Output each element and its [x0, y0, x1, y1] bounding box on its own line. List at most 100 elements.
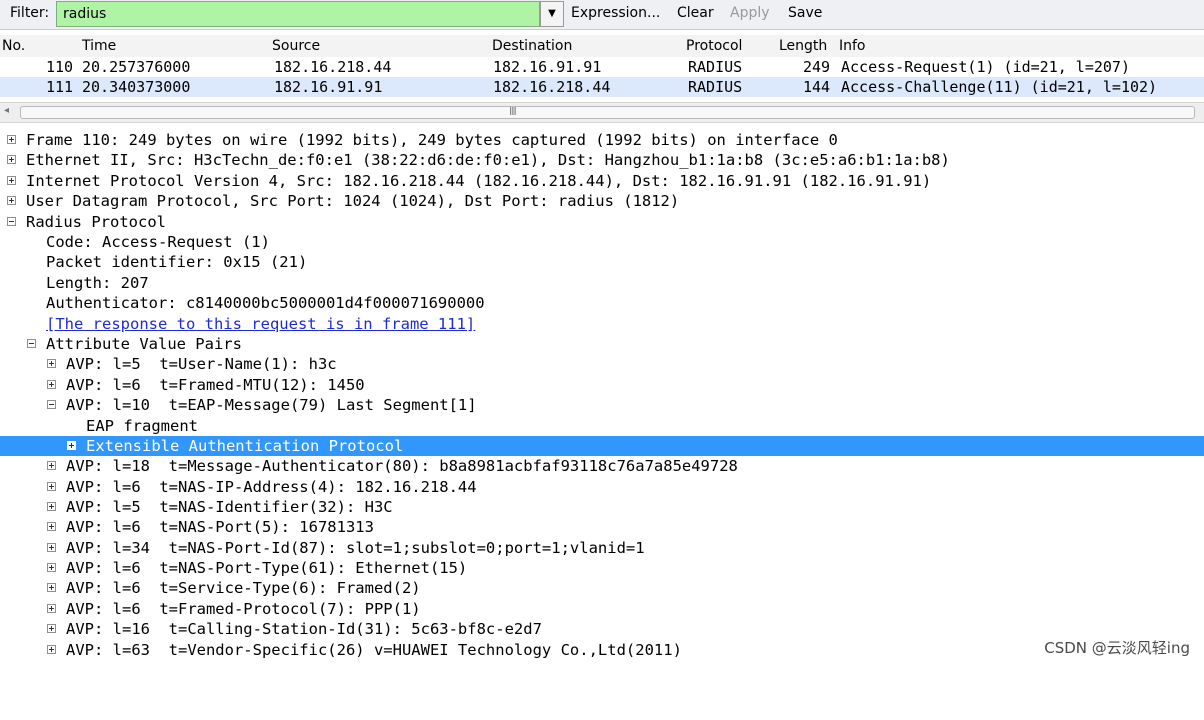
tree-row-label: EAP fragment	[86, 417, 198, 435]
scrollbar-grip: III	[509, 105, 517, 118]
expand-icon[interactable]	[47, 583, 56, 592]
tree-row-avp-header[interactable]: Attribute Value Pairs	[0, 334, 1204, 354]
tree-row-label: User Datagram Protocol, Src Port: 1024 (…	[26, 192, 680, 210]
expand-icon[interactable]	[67, 441, 76, 450]
tree-row-udp[interactable]: User Datagram Protocol, Src Port: 1024 (…	[0, 191, 1204, 211]
tree-row-label: AVP: l=63 t=Vendor-Specific(26) v=HUAWEI…	[66, 641, 682, 659]
column-header-info[interactable]: Info	[839, 38, 866, 54]
packet-length: 144	[803, 78, 831, 96]
expand-icon[interactable]	[47, 502, 56, 511]
tree-row-frame[interactable]: Frame 110: 249 bytes on wire (1992 bits)…	[0, 130, 1204, 150]
packet-row[interactable]: 110 20.257376000 182.16.218.44 182.16.91…	[0, 57, 1204, 77]
clear-button[interactable]: Clear	[677, 5, 714, 21]
csdn-watermark: CSDN @云淡风轻ing	[1044, 639, 1190, 657]
horizontal-scrollbar[interactable]: ◂ III	[0, 102, 1204, 123]
expand-icon[interactable]	[47, 543, 56, 552]
tree-row-avp-nas-identifier[interactable]: AVP: l=5 t=NAS-Identifier(32): H3C	[0, 497, 1204, 517]
collapse-icon[interactable]	[7, 217, 16, 226]
expand-icon[interactable]	[7, 155, 16, 164]
apply-button[interactable]: Apply	[730, 5, 770, 21]
tree-row-label: Internet Protocol Version 4, Src: 182.16…	[26, 172, 932, 190]
expand-icon[interactable]	[47, 645, 56, 654]
packet-protocol: RADIUS	[688, 58, 743, 76]
packet-source: 182.16.218.44	[274, 58, 392, 76]
tree-row-avp-nas-ip[interactable]: AVP: l=6 t=NAS-IP-Address(4): 182.16.218…	[0, 477, 1204, 497]
packet-list: No. Time Source Destination Protocol Len…	[0, 35, 1204, 99]
filter-dropdown-button[interactable]: ▼	[540, 1, 564, 27]
tree-row-avp-calling-station[interactable]: AVP: l=16 t=Calling-Station-Id(31): 5c63…	[0, 619, 1204, 639]
packet-protocol: RADIUS	[688, 78, 743, 96]
filter-toolbar: Filter: ▼ Expression... Clear Apply Save	[0, 0, 1204, 30]
tree-row-avp-service-type[interactable]: AVP: l=6 t=Service-Type(6): Framed(2)	[0, 578, 1204, 598]
scrollbar-thumb[interactable]: III	[20, 105, 1195, 119]
tree-row-radius[interactable]: Radius Protocol	[0, 212, 1204, 232]
tree-row-ethernet[interactable]: Ethernet II, Src: H3cTechn_de:f0:e1 (38:…	[0, 150, 1204, 170]
tree-row-response-link[interactable]: [The response to this request is in fram…	[0, 314, 1204, 334]
filter-input[interactable]	[56, 1, 540, 27]
tree-row-label: AVP: l=6 t=Framed-MTU(12): 1450	[66, 376, 365, 394]
tree-row-label: Length: 207	[46, 274, 149, 292]
collapse-icon[interactable]	[47, 400, 56, 409]
tree-row-ip[interactable]: Internet Protocol Version 4, Src: 182.16…	[0, 171, 1204, 191]
packet-info: Access-Request(1) (id=21, l=207)	[841, 58, 1130, 76]
tree-row-label: Packet identifier: 0x15 (21)	[46, 253, 308, 271]
expand-icon[interactable]	[47, 461, 56, 470]
tree-row-avp-message-authenticator[interactable]: AVP: l=18 t=Message-Authenticator(80): b…	[0, 456, 1204, 476]
expand-icon[interactable]	[47, 563, 56, 572]
tree-row-label: Ethernet II, Src: H3cTechn_de:f0:e1 (38:…	[26, 151, 950, 169]
column-header-no[interactable]: No.	[2, 38, 25, 54]
tree-row-label: Frame 110: 249 bytes on wire (1992 bits)…	[26, 131, 838, 149]
tree-row-length[interactable]: Length: 207	[0, 273, 1204, 293]
tree-row-label: Code: Access-Request (1)	[46, 233, 270, 251]
tree-row-label: AVP: l=6 t=NAS-Port(5): 16781313	[66, 518, 374, 536]
expand-icon[interactable]	[47, 604, 56, 613]
tree-row-authenticator[interactable]: Authenticator: c8140000bc5000001d4f00007…	[0, 293, 1204, 313]
tree-row-label: Attribute Value Pairs	[46, 335, 242, 353]
tree-row-label: AVP: l=18 t=Message-Authenticator(80): b…	[66, 457, 738, 475]
packet-no: 110	[46, 58, 74, 76]
tree-row-avp-nas-port-type[interactable]: AVP: l=6 t=NAS-Port-Type(61): Ethernet(1…	[0, 558, 1204, 578]
tree-row-avp-framed-protocol[interactable]: AVP: l=6 t=Framed-Protocol(7): PPP(1)	[0, 599, 1204, 619]
tree-row-code[interactable]: Code: Access-Request (1)	[0, 232, 1204, 252]
expand-icon[interactable]	[7, 196, 16, 205]
tree-row-avp-vendor-specific[interactable]: AVP: l=63 t=Vendor-Specific(26) v=HUAWEI…	[0, 640, 1204, 660]
expand-icon[interactable]	[7, 135, 16, 144]
column-header-protocol[interactable]: Protocol	[686, 38, 742, 54]
tree-row-label: AVP: l=5 t=User-Name(1): h3c	[66, 355, 337, 373]
packet-details-tree: Frame 110: 249 bytes on wire (1992 bits)…	[0, 130, 1204, 668]
tree-row-avp-user-name[interactable]: AVP: l=5 t=User-Name(1): h3c	[0, 354, 1204, 374]
tree-row-avp-eap-message[interactable]: AVP: l=10 t=EAP-Message(79) Last Segment…	[0, 395, 1204, 415]
tree-row-eap-fragment[interactable]: EAP fragment	[0, 416, 1204, 436]
expand-icon[interactable]	[47, 359, 56, 368]
packet-row[interactable]: 111 20.340373000 182.16.91.91 182.16.218…	[0, 77, 1204, 97]
tree-row-label: AVP: l=6 t=NAS-Port-Type(61): Ethernet(1…	[66, 559, 468, 577]
tree-row-label: Extensible Authentication Protocol	[86, 437, 404, 455]
expand-icon[interactable]	[47, 624, 56, 633]
tree-row-avp-framed-mtu[interactable]: AVP: l=6 t=Framed-MTU(12): 1450	[0, 375, 1204, 395]
save-button[interactable]: Save	[788, 5, 822, 21]
column-header-destination[interactable]: Destination	[492, 38, 572, 54]
packet-time: 20.340373000	[82, 78, 191, 96]
packet-destination: 182.16.218.44	[493, 78, 611, 96]
tree-row-label: AVP: l=6 t=Framed-Protocol(7): PPP(1)	[66, 600, 421, 618]
column-header-length[interactable]: Length	[779, 38, 827, 54]
tree-row-eap-protocol-selected[interactable]: Extensible Authentication Protocol	[0, 436, 1204, 456]
tree-row-label: AVP: l=5 t=NAS-Identifier(32): H3C	[66, 498, 393, 516]
chevron-down-icon: ▼	[548, 8, 556, 19]
column-header-source[interactable]: Source	[272, 38, 320, 54]
tree-row-avp-nas-port-id[interactable]: AVP: l=34 t=NAS-Port-Id(87): slot=1;subs…	[0, 538, 1204, 558]
tree-row-packet-id[interactable]: Packet identifier: 0x15 (21)	[0, 252, 1204, 272]
tree-row-avp-nas-port[interactable]: AVP: l=6 t=NAS-Port(5): 16781313	[0, 517, 1204, 537]
expand-icon[interactable]	[7, 176, 16, 185]
expand-icon[interactable]	[47, 380, 56, 389]
tree-row-label: AVP: l=16 t=Calling-Station-Id(31): 5c63…	[66, 620, 542, 638]
packet-list-header: No. Time Source Destination Protocol Len…	[0, 35, 1204, 58]
expression-button[interactable]: Expression...	[571, 5, 660, 21]
response-frame-link[interactable]: [The response to this request is in fram…	[46, 314, 475, 334]
tree-row-label: Authenticator: c8140000bc5000001d4f00007…	[46, 294, 485, 312]
collapse-icon[interactable]	[27, 339, 36, 348]
column-header-time[interactable]: Time	[82, 38, 116, 54]
expand-icon[interactable]	[47, 522, 56, 531]
scroll-left-arrow-icon[interactable]: ◂	[4, 105, 9, 116]
expand-icon[interactable]	[47, 482, 56, 491]
